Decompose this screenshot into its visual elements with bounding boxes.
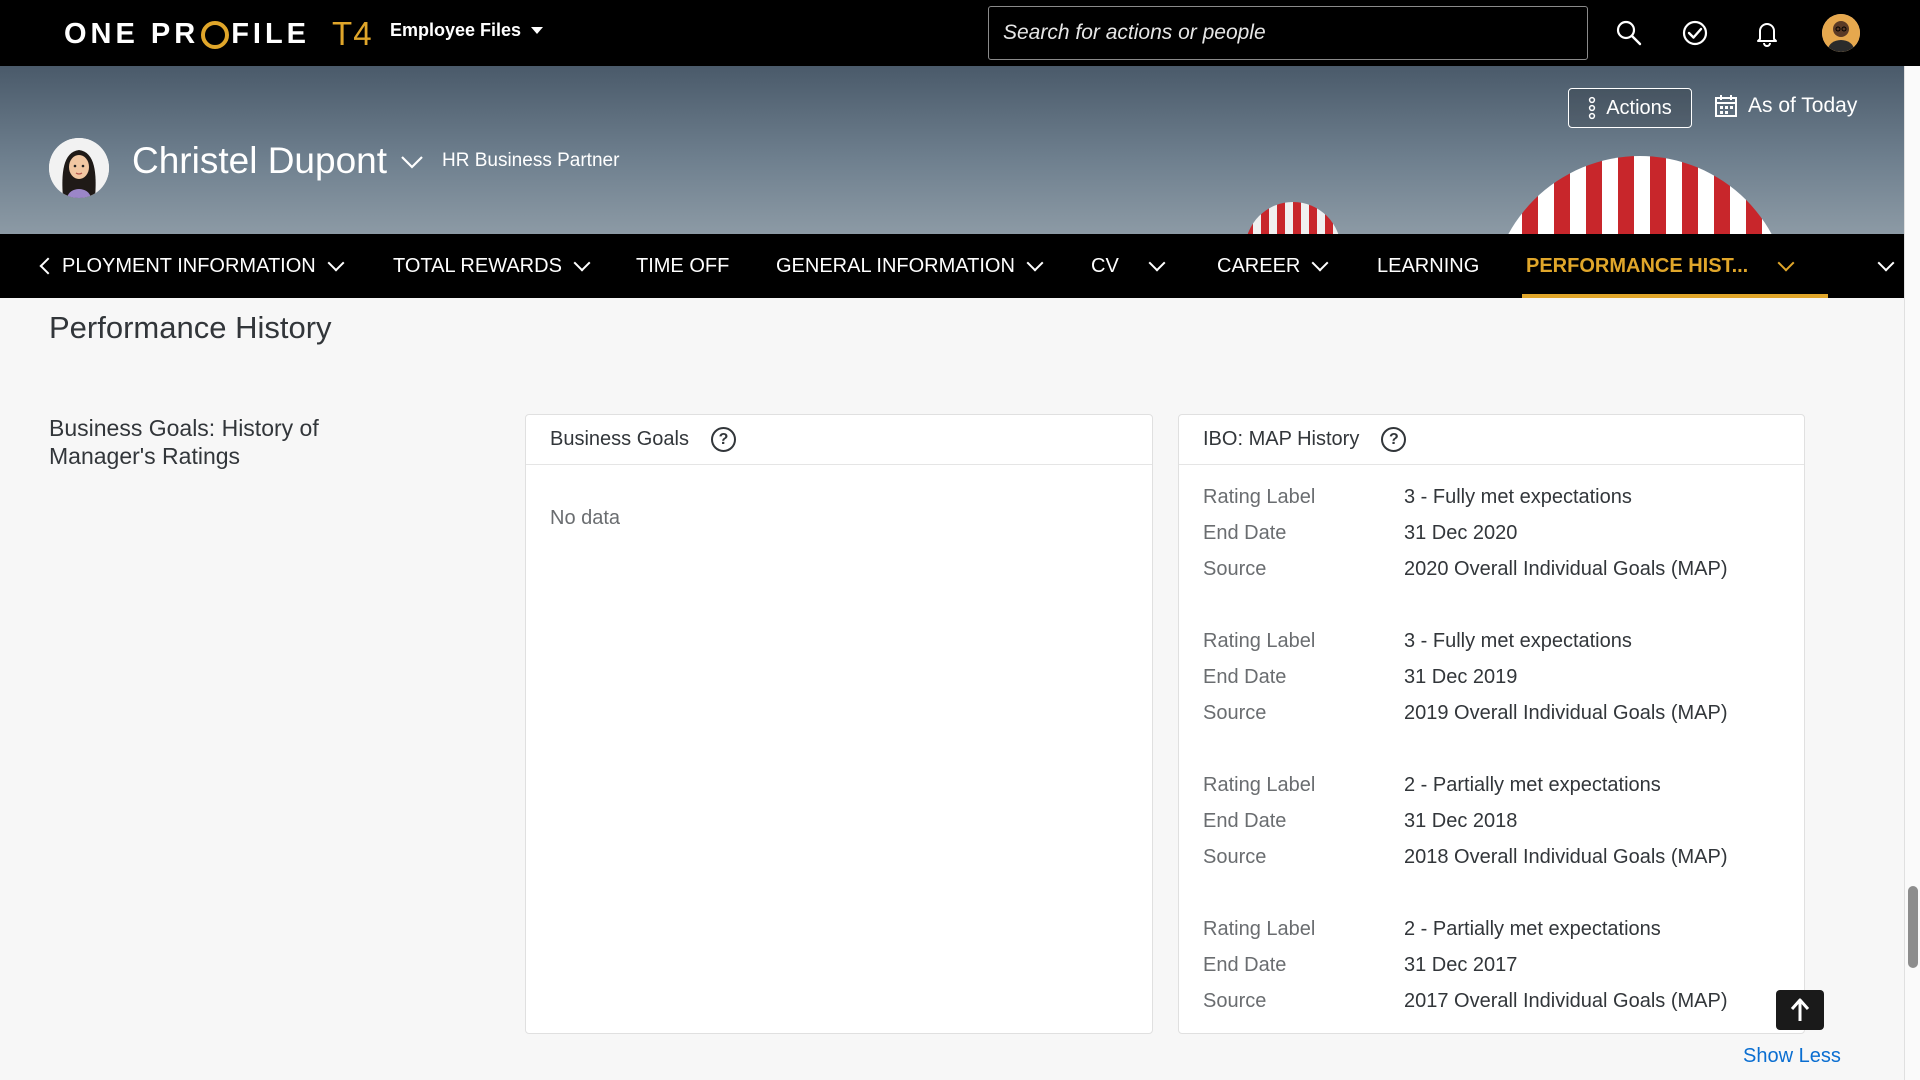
profile-role: HR Business Partner [442,150,620,171]
source-value: 2019 Overall Individual Goals (MAP) [1404,702,1728,724]
chevron-down-icon [1026,254,1044,272]
source-value: 2018 Overall Individual Goals (MAP) [1404,846,1728,868]
as-of-date-button[interactable]: As of Today [1714,94,1857,118]
search-icon[interactable] [1614,18,1644,48]
field-label: Source [1203,990,1267,1012]
chevron-down-icon [1311,254,1329,272]
tab-label: PERFORMANCE HIST... [1526,254,1749,277]
chevron-down-icon [327,254,345,272]
tab-label: LEARNING [1377,254,1480,277]
help-icon[interactable]: ? [1381,427,1407,452]
tab-performance-history[interactable]: PERFORMANCE HIST... [1521,234,1829,298]
chevron-down-icon [1148,254,1166,272]
card-title: IBO: MAP History [1203,428,1360,450]
tab-label: CV [1091,254,1119,277]
actions-label: Actions [1606,96,1672,119]
actions-button[interactable]: Actions [1568,88,1692,128]
card-title: Business Goals [550,428,689,450]
rating-value: 3 - Fully met expectations [1404,630,1632,652]
header-background-image [1490,156,1790,234]
history-record: Rating Label 3 - Fully met expectations E… [1203,479,1727,587]
card-header: IBO: MAP History ? [1179,415,1804,465]
calendar-icon [1715,95,1737,117]
search-input[interactable] [988,6,1588,60]
header-background-image [1245,202,1341,234]
app-menu-button[interactable]: Employee Files [390,20,544,41]
business-goals-card: Business Goals ? No data [525,414,1153,1034]
field-label: End Date [1203,810,1287,832]
end-date-value: 31 Dec 2019 [1404,666,1518,688]
tab-time-off[interactable]: TIME OFF [636,234,729,298]
tab-label: TOTAL REWARDS [393,254,562,277]
show-less-link[interactable]: Show Less [1743,1045,1841,1068]
chevron-down-icon [1777,254,1795,272]
source-value: 2020 Overall Individual Goals (MAP) [1404,558,1728,580]
user-avatar[interactable] [1822,14,1860,52]
tab-total-rewards[interactable]: TOTAL REWARDS [393,234,591,298]
field-label: Source [1203,558,1267,580]
card-header: Business Goals ? [526,415,1152,465]
rating-value: 2 - Partially met expectations [1404,918,1661,940]
field-label: Rating Label [1203,486,1316,508]
ibo-map-history-card: IBO: MAP History ? Rating Label 3 - Fully… [1178,414,1805,1034]
tab-cv[interactable]: CV [1091,234,1166,298]
chevron-left-icon [39,257,57,275]
profile-name-switcher[interactable]: Christel Dupont [132,140,425,182]
tab-learning[interactable]: LEARNING [1377,234,1479,298]
field-label: Source [1203,702,1267,724]
tab-general-information[interactable]: GENERAL INFORMATION [776,234,1044,298]
tab-employment-information[interactable]: PLOYMENT INFORMATION [62,234,345,298]
rating-value: 2 - Partially met expectations [1404,774,1661,796]
section-tab-bar: PLOYMENT INFORMATION TOTAL REWARDS TIME … [0,234,1904,298]
group-label: Business Goals: History of Manager's Rat… [49,415,319,469]
source-value: 2017 Overall Individual Goals (MAP) [1404,990,1728,1012]
scrollbar-thumb[interactable] [1908,886,1918,968]
profile-avatar [49,138,109,198]
scroll-to-top-button[interactable] [1776,990,1824,1030]
field-label: End Date [1203,522,1287,544]
arrow-up-icon [1790,998,1810,1021]
field-label: Rating Label [1203,630,1316,652]
tab-label: PLOYMENT INFORMATION [62,254,316,277]
help-icon[interactable]: ? [710,427,736,452]
logo-suffix: T4 [332,15,373,52]
history-record: Rating Label 2 - Partially met expectatio… [1203,911,1727,1019]
logo-text: ONE PR FILE [64,17,311,50]
as-of-label: As of Today [1748,94,1858,117]
rating-value: 3 - Fully met expectations [1404,486,1632,508]
tab-label: TIME OFF [636,254,730,277]
end-date-value: 31 Dec 2018 [1404,810,1518,832]
caret-down-icon [531,27,544,34]
app-menu-label: Employee Files [390,20,522,40]
field-label: End Date [1203,954,1287,976]
history-record: Rating Label 3 - Fully met expectations E… [1203,623,1727,731]
bell-icon[interactable] [1752,18,1782,48]
shell-bar: ONE PR FILE T4 Employee Files [0,0,1920,66]
profile-name: Christel Dupont [132,140,388,181]
chevron-down-icon [573,254,591,272]
empty-state-text: No data [550,507,621,529]
app-logo[interactable]: ONE PR FILE T4 [64,14,373,54]
chevron-down-icon [401,156,423,169]
field-label: Rating Label [1203,774,1316,796]
tabs-overflow-button[interactable] [1877,234,1895,298]
end-date-value: 31 Dec 2020 [1404,522,1518,544]
end-date-value: 31 Dec 2017 [1404,954,1518,976]
field-label: Rating Label [1203,918,1316,940]
page-scrollbar[interactable] [1904,66,1920,1080]
tab-label: GENERAL INFORMATION [776,254,1015,277]
more-vertical-icon [1589,96,1596,120]
field-label: End Date [1203,666,1287,688]
tab-label: CAREER [1217,254,1301,277]
approve-icon[interactable] [1680,18,1710,48]
chevron-down-icon [1877,254,1895,272]
section-title: Performance History [49,310,332,345]
history-record: Rating Label 2 - Partially met expectatio… [1203,767,1727,875]
tab-career[interactable]: CAREER [1217,234,1329,298]
field-label: Source [1203,846,1267,868]
